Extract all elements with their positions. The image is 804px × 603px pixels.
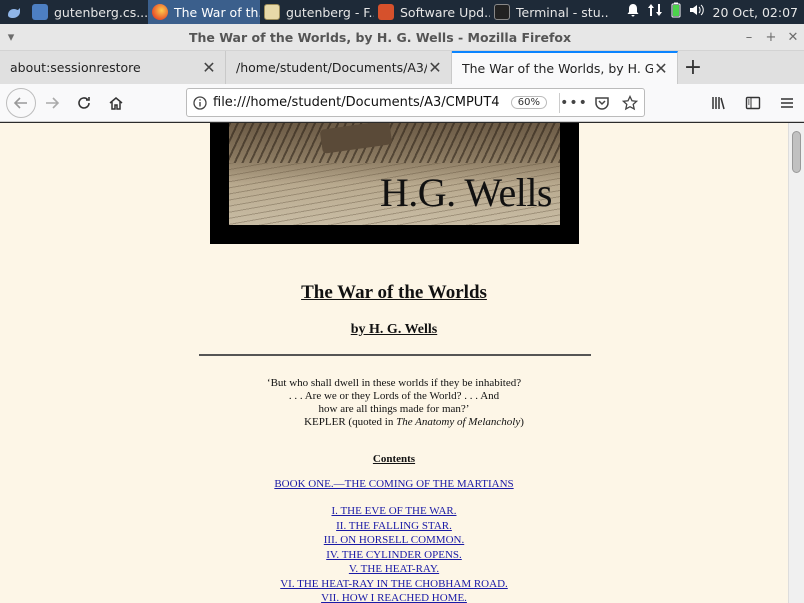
toc-link-chapter[interactable]: II. THE FALLING STAR. (0, 519, 788, 534)
scrollbar-thumb[interactable] (792, 131, 801, 173)
taskbar-item-gutenberg-folder[interactable]: gutenberg - F... (260, 0, 374, 24)
forward-arrow-icon (46, 96, 60, 109)
task-label: gutenberg.cs... (54, 4, 148, 20)
tab-label: /home/student/Documents/A3/CI (236, 60, 427, 75)
hamburger-menu-button[interactable] (770, 87, 804, 119)
zoom-indicator[interactable]: 60% (510, 96, 547, 109)
window-menu-icon[interactable]: ▾ (0, 30, 22, 45)
tab-strip: about:sessionrestore ✕ /home/student/Doc… (0, 51, 804, 84)
library-button[interactable] (702, 87, 736, 119)
firefox-icon (152, 4, 168, 20)
tab-label: about:sessionrestore (10, 60, 141, 75)
home-icon (109, 96, 123, 110)
epigraph-line: . . . Are we or they Lords of the World?… (288, 390, 500, 402)
maximize-button[interactable]: + (760, 30, 782, 45)
cover-illustration: H.G. Wells (229, 123, 560, 225)
taskbar-item-gutenberg-cs[interactable]: gutenberg.cs... (28, 0, 148, 24)
clock[interactable]: 20 Oct, 02:07 (713, 5, 798, 20)
epigraph-line: how are all things made for man?’ (318, 403, 470, 415)
back-arrow-icon (13, 96, 27, 109)
library-icon (712, 97, 725, 110)
close-tab-icon[interactable]: ✕ (427, 58, 443, 77)
notification-bell-icon[interactable] (627, 3, 639, 21)
settings-app-icon (32, 4, 48, 20)
system-tray: 20 Oct, 02:07 (627, 2, 804, 22)
contents-heading: Contents (372, 453, 416, 465)
toolbar-right-buttons (702, 84, 804, 122)
home-button[interactable] (100, 87, 132, 119)
toc-link-chapter[interactable]: IV. THE CYLINDER OPENS. (0, 548, 788, 563)
sidebar-button[interactable] (736, 87, 770, 119)
book-author: by H. G. Wells (350, 322, 438, 337)
forward-button[interactable] (36, 87, 68, 119)
close-tab-icon[interactable]: ✕ (201, 58, 217, 77)
navigation-toolbar: file:///home/student/Documents/A3/CMPUT4… (0, 84, 804, 122)
battery-icon[interactable] (671, 2, 681, 22)
attribution-prefix: KEPLER (quoted in (304, 416, 397, 428)
book-title: The War of the Worlds (301, 282, 487, 303)
page-content[interactable]: H.G. Wells The War of the Worlds by H. G… (0, 123, 788, 603)
back-button[interactable] (6, 87, 36, 118)
toc-link-book-one[interactable]: BOOK ONE.—THE COMING OF THE MARTIANS (0, 478, 788, 490)
tab-documents-folder[interactable]: /home/student/Documents/A3/CI ✕ (226, 51, 452, 84)
volume-icon[interactable] (689, 3, 705, 21)
toc-link-chapter[interactable]: I. THE EVE OF THE WAR. (0, 504, 788, 519)
cover-image-frame: H.G. Wells (210, 123, 579, 244)
url-bar[interactable]: file:///home/student/Documents/A3/CMPUT4… (186, 88, 645, 117)
tab-war-of-the-worlds[interactable]: The War of the Worlds, by H. G. W ✕ (452, 51, 678, 84)
hamburger-menu-icon (781, 98, 793, 108)
epigraph-attribution: KEPLER (quoted in The Anatomy of Melanch… (0, 416, 788, 429)
software-updater-icon (378, 4, 394, 20)
epigraph-line: ‘But who shall dwell in these worlds if … (266, 377, 522, 389)
pocket-icon[interactable] (588, 95, 616, 111)
folder-icon (264, 4, 280, 20)
task-label: The War of th... (174, 4, 260, 20)
window-title: The War of the Worlds, by H. G. Wells - … (188, 29, 572, 45)
whisker-menu-icon[interactable] (0, 0, 28, 24)
toc-link-chapter[interactable]: VI. THE HEAT-RAY IN THE CHOBHAM ROAD. (0, 577, 788, 592)
illustration-hatching (229, 123, 560, 163)
vertical-scrollbar[interactable] (788, 123, 804, 603)
taskbar-item-war-of-the-worlds[interactable]: The War of th... (148, 0, 260, 24)
sidebar-icon (745, 96, 761, 110)
network-transfer-icon[interactable] (647, 2, 663, 22)
attribution-work: The Anatomy of Melancholy (396, 416, 521, 428)
system-panel: gutenberg.cs... The War of th... gutenbe… (0, 0, 804, 24)
reload-icon (78, 96, 90, 109)
taskbar-item-terminal[interactable]: Terminal - stu... (490, 0, 608, 24)
terminal-icon (494, 4, 510, 20)
site-info-icon[interactable] (187, 95, 213, 110)
cover-signature: H.G. Wells (379, 170, 553, 215)
url-text[interactable]: file:///home/student/Documents/A3/CMPUT4 (213, 95, 511, 110)
toc-link-chapter[interactable]: VII. HOW I REACHED HOME. (0, 591, 788, 603)
window-titlebar[interactable]: ▾ The War of the Worlds, by H. G. Wells … (0, 24, 804, 51)
task-label: gutenberg - F... (286, 4, 374, 20)
bookmark-star-icon[interactable] (616, 94, 644, 111)
toc-chapter-list: I. THE EVE OF THE WAR. II. THE FALLING S… (0, 504, 788, 603)
close-window-button[interactable]: ✕ (782, 30, 804, 45)
close-tab-icon[interactable]: ✕ (653, 59, 669, 78)
reload-button[interactable] (68, 87, 100, 119)
page-actions-icon[interactable]: ••• (560, 95, 588, 111)
task-label: Software Upd... (400, 4, 490, 20)
tab-label: The War of the Worlds, by H. G. W (462, 61, 653, 76)
toc-link-chapter[interactable]: V. THE HEAT-RAY. (0, 562, 788, 577)
toc-link-chapter[interactable]: III. ON HORSELL COMMON. (0, 533, 788, 548)
attribution-suffix: ) (520, 416, 524, 428)
epigraph: ‘But who shall dwell in these worlds if … (0, 377, 788, 429)
minimize-button[interactable]: – (738, 30, 760, 45)
new-tab-button[interactable]: + (678, 51, 708, 84)
tab-session-restore[interactable]: about:sessionrestore ✕ (0, 51, 226, 84)
taskbar-item-software-updater[interactable]: Software Upd... (374, 0, 490, 24)
task-label: Terminal - stu... (516, 4, 608, 20)
horizontal-rule (199, 354, 591, 356)
